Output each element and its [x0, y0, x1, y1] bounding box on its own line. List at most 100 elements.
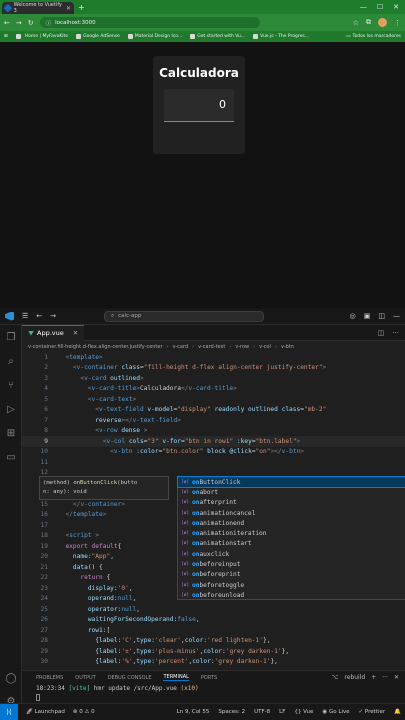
bookmarks-bar: ⊞ Home | MyFavoKite Google AdSense Mater…: [0, 31, 405, 42]
minimize-icon[interactable]: —: [360, 3, 367, 11]
code-line[interactable]: 3 <v-card outlined>: [22, 373, 405, 384]
encoding[interactable]: UTF-8: [254, 709, 270, 715]
remote-explorer-icon[interactable]: ▭: [0, 445, 22, 469]
search-view-icon[interactable]: ⌕: [0, 349, 22, 373]
code-line[interactable]: 29 {label:'±',type:'plus-minus',color:'g…: [22, 646, 405, 657]
suggestion-item[interactable]: [ø] onabort: [178, 487, 405, 497]
suggestion-item[interactable]: [ø] onanimationend: [178, 518, 405, 528]
code-line[interactable]: 6 <v-text-field v-model="display" readon…: [22, 405, 405, 416]
bookmark-item[interactable]: Material Design Ico...: [127, 34, 182, 39]
tab-ports[interactable]: PORTS: [201, 675, 217, 681]
account-icon[interactable]: ◯: [0, 666, 22, 690]
profile-avatar[interactable]: [378, 18, 387, 27]
bookmark-item[interactable]: Get started with Vu...: [190, 34, 245, 39]
code-line[interactable]: 27 row1:[: [22, 625, 405, 636]
suggestion-item[interactable]: [ø] onanimationstart: [178, 539, 405, 549]
bottom-panel: PROBLEMS OUTPUT DEBUG CONSOLE TERMINAL P…: [22, 670, 405, 703]
close-tab-icon[interactable]: ✕: [73, 329, 78, 337]
close-window-icon[interactable]: ✕: [393, 3, 399, 11]
breadcrumb-item[interactable]: v-col: [259, 344, 271, 350]
back-icon[interactable]: ←: [4, 19, 10, 27]
nav-back-icon[interactable]: ←: [36, 312, 42, 320]
bookmark-item[interactable]: Vue.js - The Progres...: [253, 34, 309, 39]
bookmark-item[interactable]: Home | MyFavoKite: [15, 34, 68, 39]
calculator-display[interactable]: 0: [164, 89, 234, 122]
code-line[interactable]: 2 <v-container class="fill-height d-flex…: [22, 363, 405, 374]
prettier-status[interactable]: ✓ Prettier: [359, 709, 386, 715]
more-actions-icon[interactable]: ···: [392, 329, 399, 337]
new-tab-button[interactable]: +: [78, 3, 85, 12]
breadcrumb-item[interactable]: v-row: [235, 344, 249, 350]
code-line[interactable]: 10 <v-btn :color="btn.color" block @clic…: [22, 447, 405, 458]
code-line[interactable]: 1 <template>: [22, 352, 405, 363]
browser-tab[interactable]: Welcome to Vuetify 3 ✕: [2, 2, 74, 14]
add-terminal-icon[interactable]: +: [371, 674, 376, 681]
command-search[interactable]: ⌕ calc-app: [104, 310, 265, 322]
close-panel-icon[interactable]: ✕: [394, 674, 399, 681]
menu-icon[interactable]: ⋮: [394, 19, 401, 27]
code-line[interactable]: 28 {label:'C',type:'clear',color:'red li…: [22, 636, 405, 647]
tab-terminal[interactable]: TERMINAL: [163, 674, 189, 681]
all-bookmarks[interactable]: ▭ Todos los marcadores: [346, 34, 401, 39]
code-line[interactable]: 5 <v-card-text>: [22, 394, 405, 405]
breadcrumb-item[interactable]: v-card-text: [198, 344, 225, 350]
suggestion-item[interactable]: [ø] onbeforetoggle: [178, 580, 405, 590]
apps-icon[interactable]: ⊞: [4, 34, 8, 39]
suggestion-item[interactable]: [ø] onButtonClick: [177, 475, 405, 489]
maximize-icon[interactable]: ☐: [377, 3, 383, 11]
nav-forward-icon[interactable]: →: [50, 312, 56, 320]
forward-icon[interactable]: →: [16, 19, 22, 27]
layout-icon[interactable]: ▣: [364, 312, 371, 320]
code-line[interactable]: 7 reverse></v-text-field>: [22, 415, 405, 426]
tab-debug-console[interactable]: DEBUG CONSOLE: [108, 675, 152, 681]
split-icon[interactable]: ◫: [378, 312, 385, 320]
language-mode[interactable]: {} Vue: [294, 709, 313, 715]
breadcrumb-item[interactable]: v-card: [173, 344, 189, 350]
run-debug-icon[interactable]: ▷: [0, 397, 22, 421]
terminal-cursor[interactable]: [36, 694, 40, 701]
launchpad-item[interactable]: 🚀 Launchpad: [26, 709, 65, 715]
suggestion-item[interactable]: [ø] onanimationiteration: [178, 528, 405, 538]
explorer-icon[interactable]: ❐: [0, 325, 22, 349]
line-ending[interactable]: LF: [279, 709, 285, 715]
problems-count[interactable]: ⊗ 0 ⚠ 0: [73, 709, 95, 715]
code-line[interactable]: 8 <v-row dense >: [22, 426, 405, 437]
suggestion-item[interactable]: [ø] onbeforeinput: [178, 559, 405, 569]
extensions-icon[interactable]: ⧉: [366, 18, 371, 27]
code-line[interactable]: 26 waitingForSecondOperand:false,: [22, 615, 405, 626]
notifications-icon[interactable]: 🔔: [394, 709, 401, 715]
tab-problems[interactable]: PROBLEMS: [36, 675, 63, 681]
panel-more-icon[interactable]: ···: [382, 674, 388, 681]
window-minimize-icon[interactable]: —: [393, 312, 400, 320]
go-live-button[interactable]: ◉ Go Live: [322, 709, 349, 715]
source-control-icon[interactable]: ⑂: [0, 373, 22, 397]
indentation[interactable]: Spaces: 2: [218, 709, 245, 715]
code-line[interactable]: 4 <v-card-title>Calculadora</v-card-titl…: [22, 384, 405, 395]
breadcrumb-item[interactable]: v-btn: [281, 344, 294, 350]
code-line[interactable]: 9 <v-col cols="3" v-for="btn in row1" :k…: [22, 436, 405, 447]
suggestion-item[interactable]: [ø] onbeforeprint: [178, 570, 405, 580]
tab-app-vue[interactable]: App.vue ✕: [22, 324, 85, 341]
code-line[interactable]: 11: [22, 457, 405, 468]
tab-output[interactable]: OUTPUT: [75, 675, 95, 681]
breadcrumb-item[interactable]: v-container.fill-height.d-flex.align-cen…: [28, 344, 163, 350]
bookmark-item[interactable]: Google AdSense: [76, 34, 120, 39]
code-line[interactable]: 25 operator:null,: [22, 604, 405, 615]
split-editor-icon[interactable]: ◫: [378, 329, 385, 337]
hamburger-menu-icon[interactable]: ☰: [22, 312, 28, 320]
suggestion-item[interactable]: [ø] onafterprint: [178, 498, 405, 508]
suggestion-item[interactable]: [ø] onauxclick: [178, 549, 405, 559]
reload-icon[interactable]: ↻: [28, 19, 34, 27]
url-field[interactable]: ⓘ localhost:3000: [39, 17, 260, 28]
terminal-shell-name[interactable]: rebuild: [344, 674, 365, 681]
copilot-icon[interactable]: ◎: [350, 312, 356, 320]
close-tab-icon[interactable]: ✕: [66, 5, 71, 12]
code-line[interactable]: 30 {label:'%',type:'percent',color:'grey…: [22, 657, 405, 668]
extensions-view-icon[interactable]: ⊞: [0, 421, 22, 445]
site-info-icon[interactable]: ⓘ: [46, 19, 52, 27]
suggestion-item[interactable]: [ø] onanimationcancel: [178, 508, 405, 518]
bookmark-star-icon[interactable]: ☆: [353, 19, 359, 27]
cursor-position[interactable]: Ln 9, Col 55: [177, 709, 210, 715]
suggestion-item[interactable]: [ø] onbeforeunload: [178, 590, 405, 600]
remote-indicator-icon[interactable]: ⟩⟨: [0, 704, 18, 720]
